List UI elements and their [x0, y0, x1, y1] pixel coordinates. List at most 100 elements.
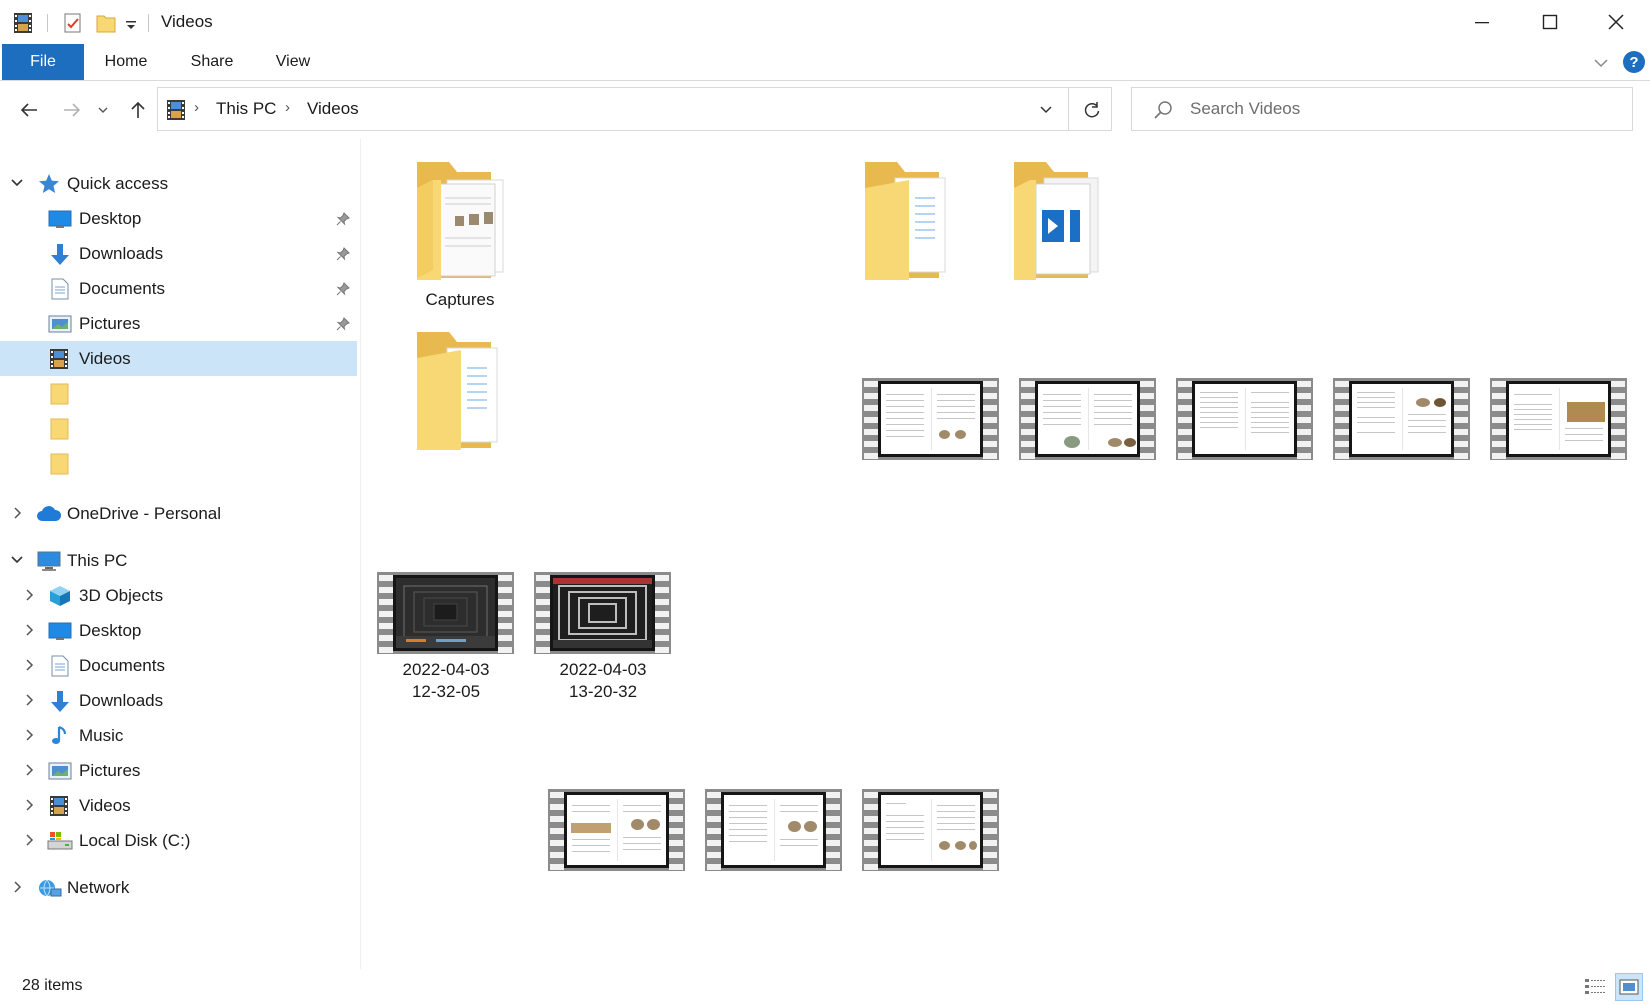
customize-qat-icon[interactable] [124, 12, 138, 34]
nav-pc-local-disk[interactable]: Local Disk (C:) [0, 823, 357, 858]
chevron-right-icon[interactable] [21, 727, 37, 743]
status-bar: 28 items [0, 969, 1650, 1004]
chevron-right-icon[interactable] [21, 622, 37, 638]
breadcrumb-this-pc[interactable]: This PC [216, 99, 276, 119]
back-arrow-icon [20, 103, 37, 117]
video-thumbnail[interactable] [862, 789, 999, 871]
quick-access-star-icon [38, 173, 60, 195]
nav-qa-folder[interactable] [0, 446, 357, 481]
nav-quick-access[interactable]: Quick access [0, 166, 357, 201]
nav-network[interactable]: Network [0, 870, 357, 905]
pin-icon[interactable] [336, 212, 350, 226]
video-thumbnail[interactable] [1490, 378, 1627, 460]
breadcrumb-separator-icon[interactable]: › [285, 99, 290, 116]
tab-share[interactable]: Share [182, 44, 242, 80]
pin-icon[interactable] [336, 247, 350, 261]
chevron-right-icon[interactable] [9, 505, 25, 521]
nav-onedrive[interactable]: OneDrive - Personal [0, 496, 357, 531]
nav-pc-pictures[interactable]: Pictures [0, 753, 357, 788]
pin-icon[interactable] [336, 282, 350, 296]
folder[interactable] [385, 324, 535, 464]
maximize-button[interactable] [1516, 0, 1584, 44]
chevron-right-icon[interactable] [21, 832, 37, 848]
3d-objects-icon [48, 585, 72, 607]
chevron-right-icon[interactable] [21, 797, 37, 813]
details-view-icon[interactable] [1583, 975, 1607, 999]
pin-icon[interactable] [336, 317, 350, 331]
video-file[interactable]: 2022-04-03 13-20-32 [528, 572, 678, 712]
chevron-right-icon[interactable] [9, 879, 25, 895]
new-folder-icon[interactable] [96, 12, 116, 34]
video-thumbnail[interactable] [1176, 378, 1313, 460]
large-icons-view-icon[interactable] [1615, 973, 1643, 1001]
tab-home[interactable]: Home [96, 44, 156, 80]
properties-icon[interactable] [63, 12, 83, 34]
videos-app-icon[interactable] [13, 12, 33, 34]
video-thumbnail[interactable] [1333, 378, 1470, 460]
nav-qa-folder[interactable] [0, 411, 357, 446]
nav-qa-desktop[interactable]: Desktop [0, 201, 357, 236]
this-pc-icon [36, 550, 62, 572]
minimize-button[interactable] [1448, 0, 1516, 44]
nav-pc-3d-objects[interactable]: 3D Objects [0, 578, 357, 613]
item-count: 28 items [22, 977, 83, 994]
chevron-right-icon[interactable] [21, 657, 37, 673]
refresh-icon[interactable] [1081, 99, 1103, 121]
tab-view[interactable]: View [265, 44, 321, 80]
folder[interactable] [982, 154, 1132, 314]
search-input[interactable]: Search Videos [1131, 87, 1633, 131]
back-button[interactable] [12, 93, 46, 127]
nav-pc-downloads[interactable]: Downloads [0, 683, 357, 718]
title-separator [47, 14, 48, 32]
nav-label: Documents [79, 656, 165, 675]
network-icon [36, 877, 62, 899]
address-bar[interactable]: › This PC › Videos [157, 87, 1112, 131]
folder-icon [1014, 162, 1099, 280]
tab-file[interactable]: File [2, 44, 84, 80]
nav-label: Local Disk (C:) [79, 831, 191, 850]
folder-captures[interactable]: Captures [385, 154, 535, 314]
desktop-icon [48, 208, 72, 230]
video-thumbnail[interactable] [705, 789, 842, 871]
expand-ribbon-icon[interactable] [1592, 54, 1610, 72]
nav-pc-desktop[interactable]: Desktop [0, 613, 357, 648]
chevron-down-icon[interactable] [9, 175, 25, 191]
nav-qa-pictures[interactable]: Pictures [0, 306, 357, 341]
video-thumbnail[interactable] [548, 789, 685, 871]
nav-qa-downloads[interactable]: Downloads [0, 236, 357, 271]
help-icon[interactable]: ? [1622, 50, 1646, 74]
nav-qa-videos[interactable]: Videos [0, 341, 357, 376]
folder[interactable] [833, 154, 983, 314]
chevron-right-icon[interactable] [21, 762, 37, 778]
video-thumbnail [377, 572, 514, 654]
video-file[interactable]: 2022-04-03 12-32-05 [371, 572, 521, 712]
file-list: Captures 2022-04-03 12-32-05 2022-04-03 … [361, 139, 1650, 969]
nav-label: Pictures [79, 314, 141, 333]
forward-button[interactable] [55, 93, 89, 127]
chevron-right-icon[interactable] [21, 587, 37, 603]
nav-pc-music[interactable]: Music [0, 718, 357, 753]
chevron-right-icon[interactable] [21, 692, 37, 708]
address-dropdown-icon[interactable] [1038, 102, 1054, 118]
nav-label: Quick access [67, 174, 169, 193]
video-thumbnail[interactable] [1019, 378, 1156, 460]
nav-qa-folder[interactable] [0, 376, 357, 411]
nav-label: Videos [79, 796, 131, 815]
nav-qa-documents[interactable]: Documents [0, 271, 357, 306]
breadcrumb-separator-icon[interactable]: › [194, 99, 199, 116]
nav-label: This PC [67, 551, 128, 570]
documents-icon [50, 655, 72, 677]
nav-this-pc[interactable]: This PC [0, 543, 357, 578]
nav-label: Pictures [79, 761, 141, 780]
nav-pc-documents[interactable]: Documents [0, 648, 357, 683]
chevron-down-icon[interactable] [9, 552, 25, 568]
close-button[interactable] [1582, 0, 1650, 44]
video-thumbnail[interactable] [862, 378, 999, 460]
nav-label: Network [67, 878, 130, 897]
up-button[interactable] [121, 93, 155, 127]
address-divider [1068, 88, 1069, 130]
folder-icon [50, 418, 72, 440]
nav-pc-videos[interactable]: Videos [0, 788, 357, 823]
recent-locations-button[interactable] [92, 93, 114, 127]
breadcrumb-videos[interactable]: Videos [307, 99, 359, 119]
